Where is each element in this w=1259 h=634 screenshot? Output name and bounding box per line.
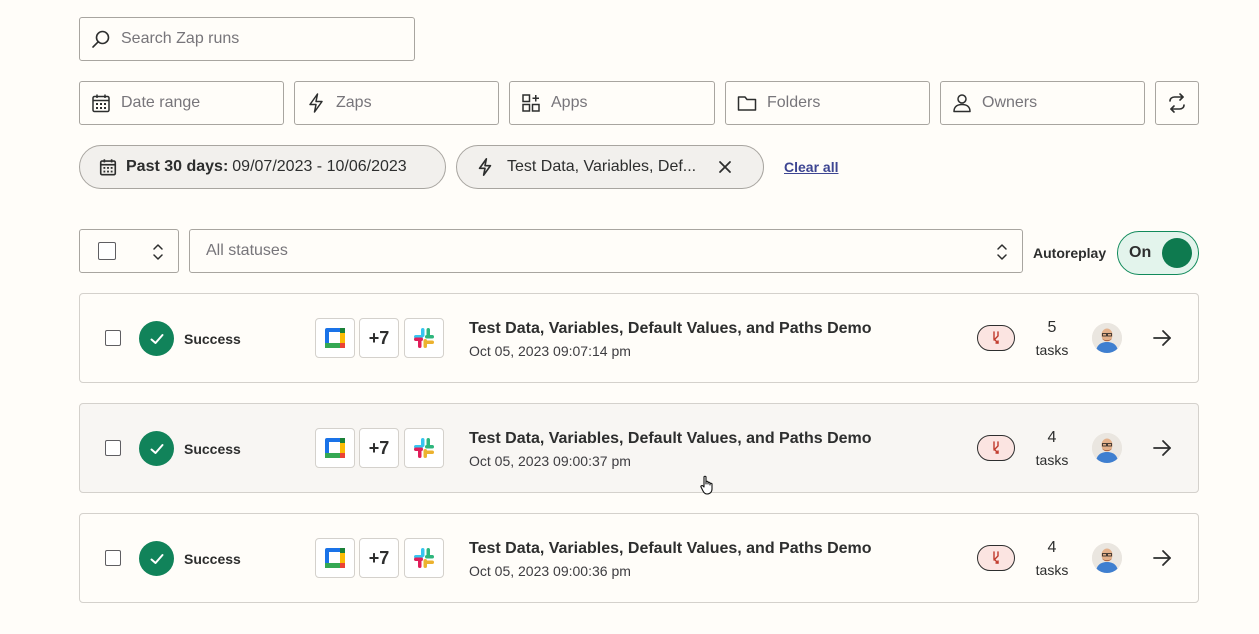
- filter-owners[interactable]: Owners: [940, 81, 1145, 125]
- close-icon[interactable]: [718, 160, 732, 174]
- search-input[interactable]: Search Zap runs: [79, 17, 415, 61]
- slack-icon: [404, 428, 444, 468]
- chevron-updown-icon: [152, 242, 164, 262]
- slack-icon: [404, 538, 444, 578]
- tasks-count: 4: [1047, 539, 1057, 556]
- search-icon: [90, 28, 112, 50]
- paths-icon: [977, 545, 1015, 571]
- select-all-checkbox[interactable]: [98, 242, 116, 260]
- toggle-knob: [1162, 238, 1192, 268]
- row-checkbox[interactable]: [105, 440, 121, 456]
- filter-label: Apps: [551, 94, 588, 111]
- active-filter-date[interactable]: Past 30 days: 09/07/2023 - 10/06/2023: [79, 145, 446, 189]
- calendar-icon: [90, 92, 112, 114]
- arrow-right-icon[interactable]: [1151, 327, 1173, 349]
- zap-filter-value: Test Data, Variables, Def...: [507, 158, 697, 175]
- zap-title[interactable]: Test Data, Variables, Default Values, an…: [469, 320, 872, 338]
- arrow-right-icon[interactable]: [1151, 547, 1173, 569]
- more-apps-count: +7: [368, 437, 390, 458]
- clear-all-link[interactable]: Clear all: [784, 159, 838, 175]
- tasks-count: 5: [1047, 319, 1057, 336]
- filter-date-range[interactable]: Date range: [79, 81, 284, 125]
- run-row[interactable]: Success +7 Test Data, Variables, Default…: [79, 403, 1199, 493]
- status-select-value: All statuses: [206, 242, 288, 259]
- check-icon: [139, 321, 174, 356]
- avatar: [1092, 433, 1122, 463]
- autoreplay-label: Autoreplay: [1033, 245, 1107, 261]
- filter-label: Owners: [982, 94, 1038, 111]
- status-label: Success: [184, 441, 241, 457]
- more-apps-count: +7: [368, 547, 390, 568]
- row-checkbox[interactable]: [105, 550, 121, 566]
- filter-label: Zaps: [336, 94, 372, 111]
- filter-label: Date range: [121, 94, 201, 111]
- select-all-dropdown[interactable]: [79, 229, 179, 273]
- tasks-label: tasks: [1035, 562, 1069, 578]
- folder-icon: [736, 92, 758, 114]
- google-calendar-icon: [315, 318, 355, 358]
- filter-label: Folders: [767, 94, 821, 111]
- active-filter-zap[interactable]: Test Data, Variables, Def...: [456, 145, 764, 189]
- lightning-icon: [475, 156, 495, 178]
- status-select[interactable]: All statuses: [189, 229, 1023, 273]
- refresh-button[interactable]: [1155, 81, 1199, 125]
- check-icon: [139, 431, 174, 466]
- run-row[interactable]: Success +7 Test Data, Variables, Default…: [79, 513, 1199, 603]
- lightning-icon: [305, 92, 327, 114]
- sync-icon: [1166, 92, 1188, 114]
- more-apps-badge: +7: [359, 428, 399, 468]
- filter-zaps[interactable]: Zaps: [294, 81, 499, 125]
- zap-title[interactable]: Test Data, Variables, Default Values, an…: [469, 430, 872, 448]
- slack-icon: [404, 318, 444, 358]
- status-label: Success: [184, 331, 241, 347]
- google-calendar-icon: [315, 538, 355, 578]
- run-timestamp: Oct 05, 2023 09:00:36 pm: [469, 563, 631, 579]
- check-icon: [139, 541, 174, 576]
- search-placeholder: Search Zap runs: [121, 30, 240, 47]
- status-label: Success: [184, 551, 241, 567]
- paths-icon: [977, 435, 1015, 461]
- date-filter-value: 09/07/2023 - 10/06/2023: [232, 158, 407, 175]
- more-apps-badge: +7: [359, 538, 399, 578]
- more-apps-badge: +7: [359, 318, 399, 358]
- filter-apps[interactable]: Apps: [509, 81, 715, 125]
- autoreplay-toggle[interactable]: On: [1117, 231, 1199, 275]
- google-calendar-icon: [315, 428, 355, 468]
- filter-folders[interactable]: Folders: [725, 81, 930, 125]
- more-apps-count: +7: [368, 327, 390, 348]
- run-row[interactable]: Success +7 Test Data, Variables, Default…: [79, 293, 1199, 383]
- autoreplay-state: On: [1129, 244, 1152, 261]
- tasks-label: tasks: [1035, 452, 1069, 468]
- arrow-right-icon[interactable]: [1151, 437, 1173, 459]
- calendar-icon: [98, 157, 118, 177]
- person-icon: [951, 92, 973, 114]
- row-checkbox[interactable]: [105, 330, 121, 346]
- zap-title[interactable]: Test Data, Variables, Default Values, an…: [469, 540, 872, 558]
- hand-cursor-icon: [699, 475, 715, 495]
- tasks-count: 4: [1047, 429, 1057, 446]
- apps-grid-icon: [520, 92, 542, 114]
- tasks-label: tasks: [1035, 342, 1069, 358]
- chevron-updown-icon: [996, 242, 1008, 262]
- avatar: [1092, 543, 1122, 573]
- date-filter-label: Past 30 days:: [126, 158, 229, 175]
- paths-icon: [977, 325, 1015, 351]
- avatar: [1092, 323, 1122, 353]
- run-timestamp: Oct 05, 2023 09:00:37 pm: [469, 453, 631, 469]
- run-timestamp: Oct 05, 2023 09:07:14 pm: [469, 343, 631, 359]
